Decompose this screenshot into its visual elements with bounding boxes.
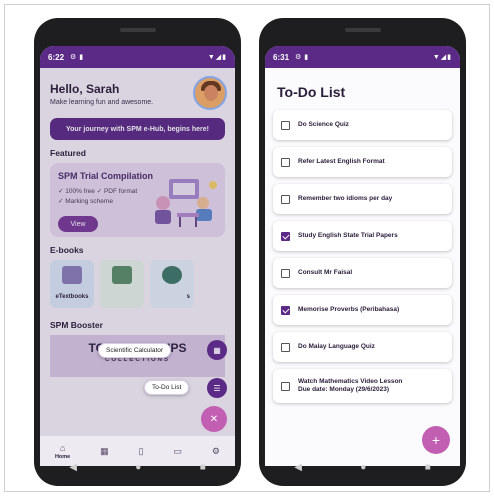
back-icon[interactable]: ◀ bbox=[294, 462, 302, 473]
grid-icon: ▦ bbox=[100, 445, 109, 456]
task-checkbox[interactable] bbox=[281, 194, 290, 204]
phone-todo: 6:31 ⚙ ▮ ▼◢▮ To-Do List Do Science Quiz R… bbox=[259, 18, 466, 486]
task-label: Do Malay Language Quiz bbox=[298, 343, 375, 350]
task-item[interactable]: Do Malay Language Quiz bbox=[273, 332, 452, 362]
todo-tooltip[interactable]: To-Do List bbox=[144, 380, 190, 395]
journey-banner[interactable]: Your journey with SPM e-Hub, begins here… bbox=[50, 118, 225, 140]
ebook-label: s bbox=[186, 294, 190, 300]
task-checkbox[interactable] bbox=[281, 231, 290, 241]
nav-settings[interactable]: ⚙ bbox=[212, 446, 220, 457]
task-checkbox[interactable] bbox=[281, 342, 290, 352]
status-time: 6:31 bbox=[273, 52, 290, 62]
featured-card[interactable]: SPM Trial Compilation ✓ 100% free ✓ PDF … bbox=[50, 163, 225, 237]
task-item[interactable]: Refer Latest English Format bbox=[273, 147, 452, 177]
task-list: Do Science Quiz Refer Latest English Form… bbox=[265, 110, 460, 403]
calculator-tooltip[interactable]: Scientific Calculator bbox=[98, 343, 172, 358]
books-icon bbox=[62, 266, 82, 284]
status-bar: 6:31 ⚙ ▮ ▼◢▮ bbox=[265, 46, 460, 68]
home-content: Hello, Sarah Make learning fun and aweso… bbox=[40, 68, 235, 466]
task-due-date: Due date: Monday (29/6/2023) bbox=[298, 386, 390, 393]
task-text: Consult Mr Faisal bbox=[298, 269, 352, 277]
gear-icon: ⚙ bbox=[211, 445, 220, 456]
back-icon[interactable]: ◀ bbox=[69, 462, 77, 473]
featured-point-1: ✓ 100% free ✓ PDF format bbox=[58, 188, 138, 195]
ebook-item-2[interactable] bbox=[100, 260, 144, 308]
earpiece bbox=[119, 28, 156, 32]
recents-icon[interactable]: ■ bbox=[200, 462, 206, 473]
chat-icon: ▭ bbox=[173, 445, 182, 456]
task-label: Refer Latest English Format bbox=[298, 158, 385, 165]
featured-point-2: ✓ Marking scheme bbox=[58, 198, 113, 205]
home-button-icon[interactable]: ● bbox=[135, 462, 141, 473]
settings-status-icon: ⚙ bbox=[70, 54, 77, 61]
booster-title: SPM Booster bbox=[50, 320, 103, 330]
notification-status-icon: ▮ bbox=[304, 54, 309, 61]
task-text: Refer Latest English Format bbox=[298, 158, 385, 166]
task-item[interactable]: Do Science Quiz bbox=[273, 110, 452, 140]
avatar-face bbox=[204, 85, 218, 101]
featured-card-title: SPM Trial Compilation bbox=[58, 171, 154, 181]
ebooks-title: E-books bbox=[50, 245, 84, 255]
task-label: Memorise Proverbs (Peribahasa) bbox=[298, 306, 400, 313]
system-nav-bar: ◀ ● ■ bbox=[265, 456, 460, 478]
task-checkbox[interactable] bbox=[281, 381, 290, 391]
earpiece bbox=[344, 28, 381, 32]
task-text: Memorise Proverbs (Peribahasa) bbox=[298, 306, 399, 314]
todo-content: To-Do List Do Science Quiz Refer Latest E… bbox=[265, 68, 460, 466]
close-icon[interactable]: ✕ bbox=[201, 406, 227, 432]
featured-title: Featured bbox=[50, 148, 86, 158]
recents-icon[interactable]: ■ bbox=[425, 462, 431, 473]
home-icon: ⌂ bbox=[59, 442, 66, 453]
task-text: Remember two idioms per day bbox=[298, 195, 392, 203]
home-header: Hello, Sarah Make learning fun and aweso… bbox=[40, 68, 235, 112]
task-item[interactable]: Remember two idioms per day bbox=[273, 184, 452, 214]
phone-home: 6:22 ⚙ ▮ ▼◢▮ Hello, Sarah Make learning … bbox=[34, 18, 241, 486]
task-item[interactable]: Consult Mr Faisal bbox=[273, 258, 452, 288]
document-icon: ▯ bbox=[138, 445, 144, 456]
signal-battery-icon: ▼◢▮ bbox=[207, 54, 227, 61]
study-illustration bbox=[155, 179, 217, 227]
ebook-etextbooks[interactable]: eTextbooks bbox=[50, 260, 94, 308]
add-task-button[interactable]: + bbox=[422, 426, 450, 454]
calculator-icon[interactable]: ▦ bbox=[207, 340, 227, 360]
task-label: Do Science Quiz bbox=[298, 121, 349, 128]
task-text: Watch Mathematics Video Lesson Due date: … bbox=[298, 378, 402, 394]
task-item[interactable]: Watch Mathematics Video Lesson Due date: … bbox=[273, 369, 452, 403]
checklist-icon[interactable]: ☰ bbox=[207, 378, 227, 398]
task-text: Study English State Trial Papers bbox=[298, 232, 398, 240]
task-item[interactable]: Study English State Trial Papers bbox=[273, 221, 452, 251]
view-button[interactable]: View bbox=[58, 216, 98, 232]
nav-chat[interactable]: ▭ bbox=[173, 446, 182, 457]
home-screen: 6:22 ⚙ ▮ ▼◢▮ Hello, Sarah Make learning … bbox=[40, 46, 235, 466]
task-label: Watch Mathematics Video Lesson bbox=[298, 378, 403, 385]
page-title: To-Do List bbox=[277, 84, 346, 100]
nav-grid[interactable]: ▦ bbox=[100, 446, 109, 457]
ebook-label: eTextbooks bbox=[55, 294, 89, 300]
task-text: Do Science Quiz bbox=[298, 121, 349, 129]
globe-icon bbox=[162, 266, 182, 284]
task-checkbox[interactable] bbox=[281, 120, 290, 130]
notebook-icon bbox=[112, 266, 132, 284]
avatar[interactable] bbox=[193, 76, 227, 110]
signal-battery-icon: ▼◢▮ bbox=[432, 54, 452, 61]
status-bar: 6:22 ⚙ ▮ ▼◢▮ bbox=[40, 46, 235, 68]
ebooks-row: eTextbooks s bbox=[40, 260, 235, 308]
todo-screen: 6:31 ⚙ ▮ ▼◢▮ To-Do List Do Science Quiz R… bbox=[265, 46, 460, 466]
task-checkbox[interactable] bbox=[281, 157, 290, 167]
task-label: Consult Mr Faisal bbox=[298, 269, 353, 276]
task-checkbox[interactable] bbox=[281, 268, 290, 278]
ebook-item-3[interactable]: s bbox=[150, 260, 194, 308]
notification-status-icon: ▮ bbox=[79, 54, 84, 61]
status-time: 6:22 bbox=[48, 52, 65, 62]
task-label: Remember two idioms per day bbox=[298, 195, 393, 202]
settings-status-icon: ⚙ bbox=[295, 54, 302, 61]
system-nav-bar: ◀ ● ■ bbox=[40, 456, 235, 478]
task-text: Do Malay Language Quiz bbox=[298, 343, 375, 351]
home-button-icon[interactable]: ● bbox=[360, 462, 366, 473]
nav-document[interactable]: ▯ bbox=[139, 446, 144, 457]
task-label: Study English State Trial Papers bbox=[298, 232, 398, 239]
task-item[interactable]: Memorise Proverbs (Peribahasa) bbox=[273, 295, 452, 325]
task-checkbox[interactable] bbox=[281, 305, 290, 315]
